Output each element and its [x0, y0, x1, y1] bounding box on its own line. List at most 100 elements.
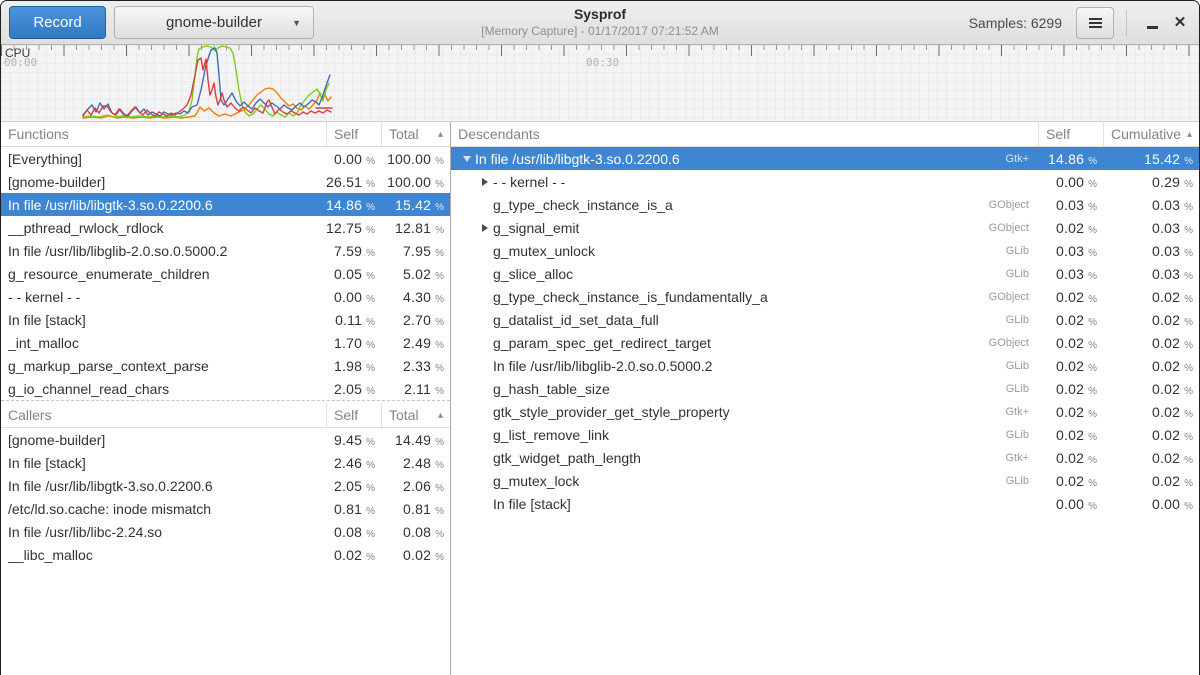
table-row[interactable]: g_mutex_lockGLib0.02%0.02%	[451, 469, 1199, 492]
percent-sign: %	[1088, 363, 1097, 374]
functions-table-body: [Everything]0.00%100.00%[gnome-builder]2…	[1, 147, 450, 400]
table-row[interactable]: - - kernel - -0.00%0.29%	[451, 170, 1199, 193]
percent-sign: %	[1184, 271, 1193, 282]
self-percent: 0.02%	[1038, 473, 1103, 489]
total-percent: 2.70%	[381, 312, 450, 328]
table-row[interactable]: _int_malloc1.70%2.49%	[1, 331, 450, 354]
percent-sign: %	[435, 483, 444, 494]
function-name: g_list_remove_link	[493, 427, 609, 443]
column-header-self[interactable]: Self	[1038, 122, 1103, 146]
table-row[interactable]: - - kernel - -0.00%4.30%	[1, 285, 450, 308]
percent-sign: %	[1088, 478, 1097, 489]
table-row[interactable]: [gnome-builder]26.51%100.00%	[1, 170, 450, 193]
right-pane: Descendants Self Cumulative ▴ In file /u…	[451, 122, 1199, 675]
total-percent: 5.02%	[381, 266, 450, 282]
category-label: Gtk+	[1005, 153, 1038, 165]
column-header-functions[interactable]: Functions	[1, 122, 326, 146]
table-row[interactable]: In file /usr/lib/libglib-2.0.so.0.5000.2…	[1, 239, 450, 262]
function-name-cell: In file /usr/lib/libgtk-3.so.0.2200.6	[1, 478, 326, 494]
table-row[interactable]: g_markup_parse_context_parse1.98%2.33%	[1, 354, 450, 377]
self-percent: 2.46%	[326, 455, 381, 471]
function-name-cell: In file /usr/lib/libgtk-3.so.0.2200.6Gtk…	[451, 151, 1038, 167]
column-header-total[interactable]: Total ▴	[381, 403, 450, 427]
record-button[interactable]: Record	[9, 6, 106, 39]
table-row[interactable]: [Everything]0.00%100.00%	[1, 147, 450, 170]
minimize-button[interactable]	[1139, 10, 1165, 36]
cpu-graph[interactable]: CPU 00:00 00:30	[1, 45, 1199, 122]
menu-button[interactable]	[1076, 7, 1114, 39]
function-name-cell: In file [stack]	[1, 455, 326, 471]
table-row[interactable]: __libc_malloc0.02%0.02%	[1, 543, 450, 566]
function-name: g_mutex_unlock	[493, 243, 595, 259]
column-header-descendants[interactable]: Descendants	[451, 122, 1038, 146]
self-percent: 0.02%	[1038, 450, 1103, 466]
table-row[interactable]: g_hash_table_sizeGLib0.02%0.02%	[451, 377, 1199, 400]
percent-sign: %	[366, 225, 375, 236]
table-row[interactable]: g_slice_allocGLib0.03%0.03%	[451, 262, 1199, 285]
process-selector[interactable]: gnome-builder ▼	[114, 6, 314, 39]
function-name-cell: g_list_remove_linkGLib	[451, 427, 1038, 443]
table-row[interactable]: g_param_spec_get_redirect_targetGObject0…	[451, 331, 1199, 354]
percent-sign: %	[1088, 340, 1097, 351]
close-icon: ✕	[1174, 15, 1187, 30]
column-header-cumulative[interactable]: Cumulative ▴	[1103, 122, 1199, 146]
total-percent: 0.00%	[1103, 496, 1199, 512]
percent-sign: %	[366, 317, 375, 328]
table-row[interactable]: g_signal_emitGObject0.02%0.03%	[451, 216, 1199, 239]
table-row[interactable]: In file /usr/lib/libgtk-3.so.0.2200.6Gtk…	[451, 147, 1199, 170]
table-row[interactable]: g_resource_enumerate_children0.05%5.02%	[1, 262, 450, 285]
percent-sign: %	[435, 202, 444, 213]
table-row[interactable]: g_io_channel_read_chars2.05%2.11%	[1, 377, 450, 400]
percent-sign: %	[366, 271, 375, 282]
function-name: g_resource_enumerate_children	[8, 266, 210, 282]
table-row[interactable]: In file /usr/lib/libgtk-3.so.0.2200.614.…	[1, 193, 450, 216]
self-percent: 0.02%	[1038, 312, 1103, 328]
function-name-cell: g_type_check_instance_is_aGObject	[451, 197, 1038, 213]
self-percent: 0.02%	[1038, 358, 1103, 374]
percent-sign: %	[435, 340, 444, 351]
table-row[interactable]: In file [stack]2.46%2.48%	[1, 451, 450, 474]
percent-sign: %	[1184, 248, 1193, 259]
percent-sign: %	[435, 294, 444, 305]
table-row[interactable]: /etc/ld.so.cache: inode mismatch0.81%0.8…	[1, 497, 450, 520]
expander-closed-icon[interactable]	[477, 178, 493, 186]
self-percent: 0.11%	[326, 312, 381, 328]
column-header-callers[interactable]: Callers	[1, 403, 326, 427]
percent-sign: %	[1088, 248, 1097, 259]
percent-sign: %	[435, 437, 444, 448]
percent-sign: %	[1184, 409, 1193, 420]
function-name-cell: In file [stack]	[451, 496, 1038, 512]
table-row[interactable]: g_list_remove_linkGLib0.02%0.02%	[451, 423, 1199, 446]
table-row[interactable]: In file /usr/lib/libgtk-3.so.0.2200.62.0…	[1, 474, 450, 497]
close-button[interactable]: ✕	[1165, 10, 1191, 36]
column-header-self[interactable]: Self	[326, 122, 381, 146]
table-row[interactable]: g_type_check_instance_is_aGObject0.03%0.…	[451, 193, 1199, 216]
table-row[interactable]: In file /usr/lib/libc-2.24.so0.08%0.08%	[1, 520, 450, 543]
column-header-self[interactable]: Self	[326, 403, 381, 427]
samples-count: Samples: 6299	[969, 15, 1062, 31]
table-row[interactable]: __pthread_rwlock_rdlock12.75%12.81%	[1, 216, 450, 239]
table-row[interactable]: In file /usr/lib/libglib-2.0.so.0.5000.2…	[451, 354, 1199, 377]
percent-sign: %	[435, 460, 444, 471]
percent-sign: %	[366, 202, 375, 213]
table-row[interactable]: gtk_style_provider_get_style_propertyGtk…	[451, 400, 1199, 423]
table-row[interactable]: In file [stack]0.00%0.00%	[451, 492, 1199, 515]
expander-open-icon[interactable]	[459, 156, 475, 162]
hamburger-icon	[1089, 18, 1102, 20]
function-name-cell: g_markup_parse_context_parse	[1, 358, 326, 374]
table-row[interactable]: gtk_widget_path_lengthGtk+0.02%0.02%	[451, 446, 1199, 469]
table-row[interactable]: [gnome-builder]9.45%14.49%	[1, 428, 450, 451]
left-pane: Functions Self Total ▴ [Everything]0.00%…	[1, 122, 451, 675]
table-row[interactable]: In file [stack]0.11%2.70%	[1, 308, 450, 331]
table-row[interactable]: g_type_check_instance_is_fundamentally_a…	[451, 285, 1199, 308]
function-name: In file [stack]	[8, 455, 86, 471]
expander-closed-icon[interactable]	[477, 224, 493, 232]
column-header-total[interactable]: Total ▴	[381, 122, 450, 146]
table-row[interactable]: g_datalist_id_set_data_fullGLib0.02%0.02…	[451, 308, 1199, 331]
self-percent: 0.03%	[1038, 243, 1103, 259]
percent-sign: %	[1184, 179, 1193, 190]
function-name: g_mutex_lock	[493, 473, 579, 489]
time-label-start: 00:00	[4, 56, 37, 69]
function-name: [gnome-builder]	[8, 432, 105, 448]
table-row[interactable]: g_mutex_unlockGLib0.03%0.03%	[451, 239, 1199, 262]
